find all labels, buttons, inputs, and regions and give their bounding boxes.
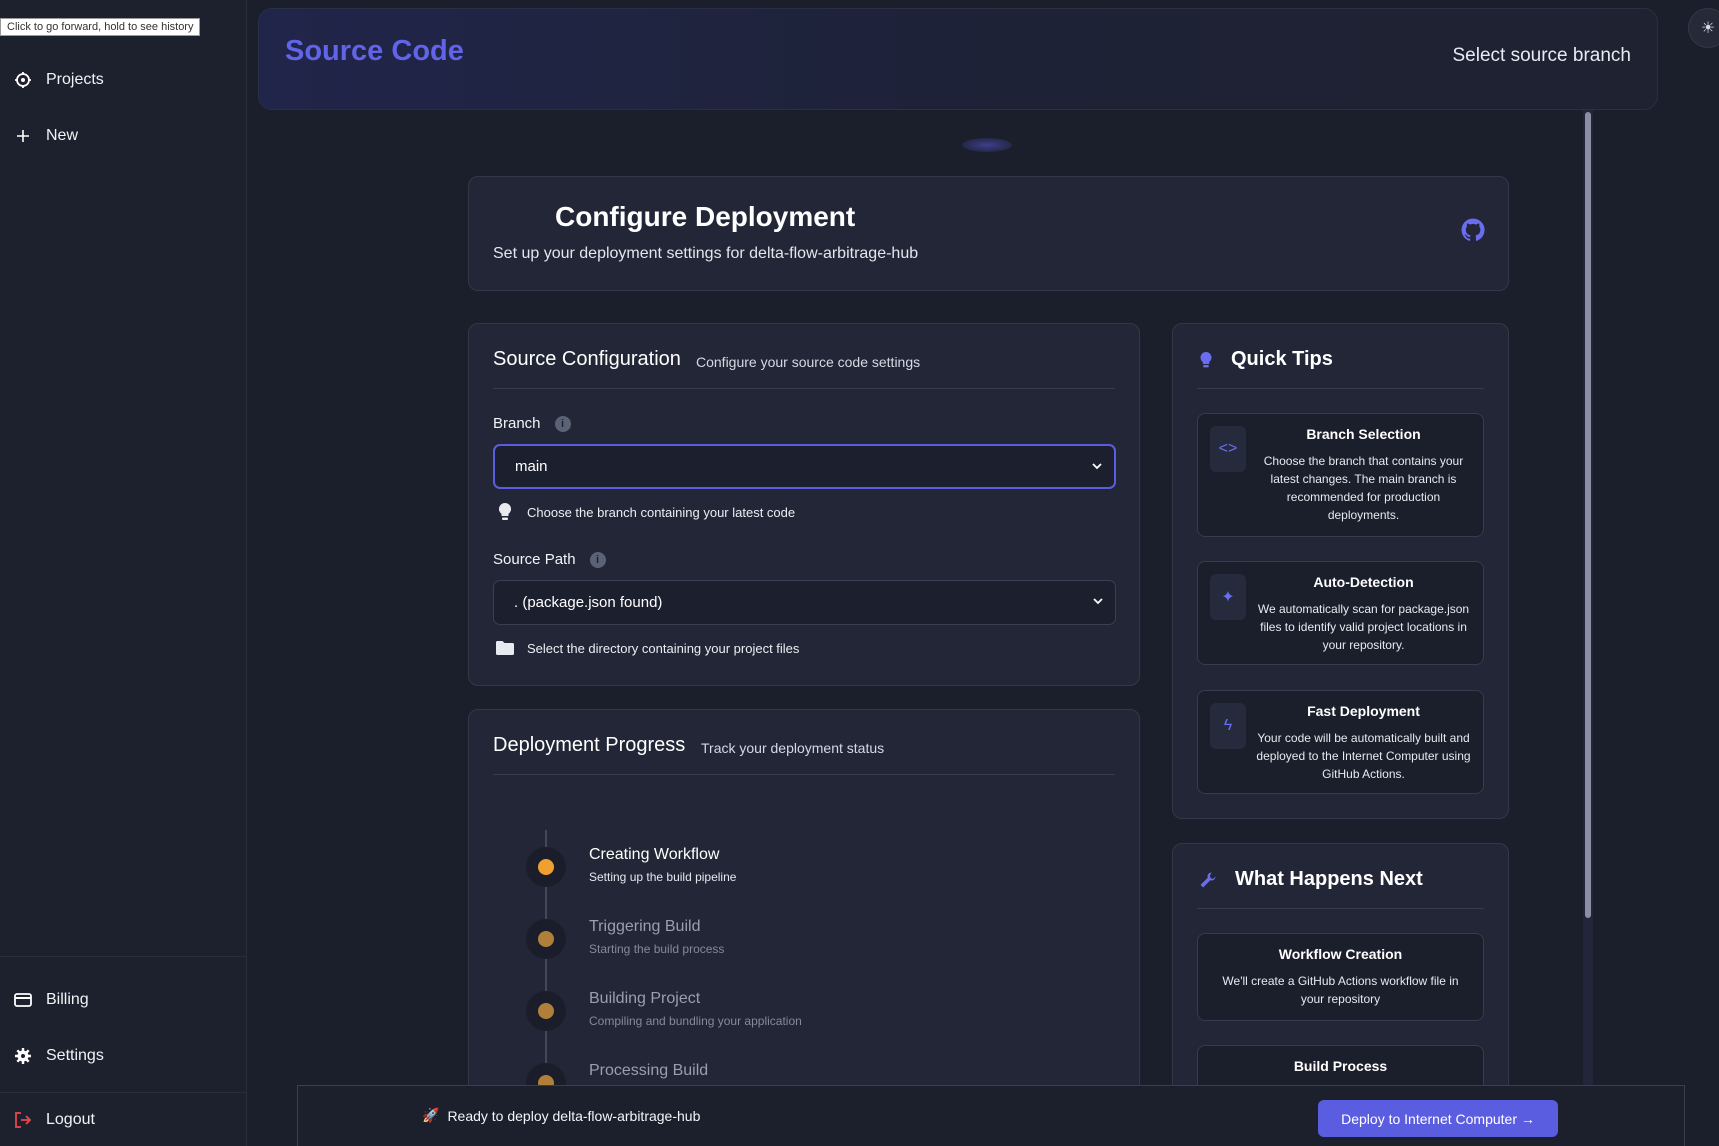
section-title: Source Configuration (493, 348, 681, 370)
sidebar-item-label: Billing (46, 991, 89, 1008)
sparkles-icon: ✦ (1210, 574, 1246, 620)
source-path-label: Source Path i (493, 551, 606, 568)
source-path-hint: Select the directory containing your pro… (495, 638, 799, 658)
what-happens-next-title: What Happens Next (1235, 868, 1423, 890)
tip-text: Choose the branch that contains your lat… (1263, 454, 1464, 522)
branch-label-text: Branch (493, 415, 541, 432)
sidebar-item-billing[interactable]: Billing (14, 991, 89, 1009)
info-icon[interactable]: i (589, 551, 606, 568)
footer-message: 🚀 Ready to deploy delta-flow-arbitrage-h… (422, 1107, 700, 1124)
sidebar-item-label: Projects (46, 71, 104, 88)
page-title: Source Code (285, 35, 464, 67)
sidebar-divider (0, 1092, 247, 1093)
sidebar-item-label: New (46, 127, 79, 144)
quick-tips-header: Quick Tips (1199, 348, 1333, 371)
sidebar-item-label: Settings (46, 1047, 104, 1064)
theme-toggle-button[interactable]: ☀ (1688, 8, 1719, 48)
step-indicator (526, 991, 566, 1031)
bolt-icon: ϟ (1210, 703, 1246, 749)
step-dot (538, 1003, 554, 1019)
branch-select[interactable]: main (493, 444, 1116, 489)
tip-title: Fast Deployment (1307, 703, 1420, 719)
tip-branch-selection: <> Branch Selection Choose the branch th… (1197, 413, 1484, 537)
sidebar-divider (0, 956, 247, 957)
deploy-footer-bar: 🚀 Ready to deploy delta-flow-arbitrage-h… (297, 1085, 1685, 1146)
plus-icon (14, 127, 32, 145)
source-path-label-text: Source Path (493, 551, 576, 568)
configure-subtitle: Set up your deployment settings for delt… (493, 245, 919, 262)
source-path-select-value: . (package.json found) (514, 594, 663, 611)
lightbulb-icon (495, 502, 515, 522)
footer-message-text: Ready to deploy delta-flow-arbitrage-hub (447, 1107, 701, 1124)
header-glow (962, 138, 1012, 152)
header-status-text: Select source branch (1452, 45, 1632, 66)
rocket-icon: 🚀 (422, 1107, 440, 1123)
card-icon (14, 991, 32, 1009)
tip-text: Your code will be automatically built an… (1256, 731, 1471, 781)
quick-tips-title: Quick Tips (1231, 348, 1333, 370)
step-title: Triggering Build (589, 918, 701, 935)
sidebar-item-logout[interactable]: Logout (14, 1111, 95, 1129)
sidebar-item-settings[interactable]: Settings (14, 1047, 104, 1065)
lightbulb-icon (1200, 351, 1212, 367)
tip-title: Branch Selection (1306, 426, 1421, 442)
deployment-progress-card: Deployment Progress Track your deploymen… (468, 709, 1140, 1146)
tip-title: Auto-Detection (1313, 574, 1414, 590)
branch-label: Branch i (493, 415, 571, 432)
branch-select-value: main (515, 458, 548, 475)
step-dot (538, 859, 554, 875)
tip-title: Build Process (1293, 1058, 1388, 1074)
sun-icon: ☀ (1700, 20, 1716, 37)
section-title: Deployment Progress (493, 734, 686, 756)
section-subtitle: Track your deployment status (701, 740, 885, 756)
chevron-down-icon (1093, 598, 1103, 605)
sidebar: Click to go forward, hold to see history… (0, 0, 247, 1146)
configure-title: Configure Deployment (555, 201, 856, 232)
chevron-down-icon (1092, 463, 1102, 470)
sidebar-item-projects[interactable]: Projects (14, 71, 104, 89)
step-title: Creating Workflow (589, 846, 720, 863)
step-description: Starting the build process (589, 942, 725, 956)
page-header: Source Code Select source branch (258, 8, 1658, 110)
projects-icon (14, 71, 32, 89)
tip-text: We automatically scan for package.json f… (1257, 602, 1470, 652)
step-description: Setting up the build pipeline (589, 870, 737, 884)
browser-tooltip: Click to go forward, hold to see history (0, 18, 201, 36)
info-icon[interactable]: i (554, 415, 571, 432)
next-workflow-creation: Workflow Creation We'll create a GitHub … (1197, 933, 1484, 1021)
sidebar-item-label: Logout (46, 1111, 95, 1128)
divider (493, 774, 1115, 775)
source-path-select[interactable]: . (package.json found) (493, 580, 1116, 625)
gear-icon (14, 1047, 32, 1065)
code-icon: <> (1210, 426, 1246, 472)
section-subtitle: Configure your source code settings (696, 354, 921, 370)
source-path-hint-text: Select the directory containing your pro… (527, 640, 800, 656)
branch-hint-text: Choose the branch containing your latest… (527, 504, 796, 520)
scrollbar-thumb[interactable] (1585, 112, 1591, 918)
folder-icon (495, 638, 515, 658)
tip-fast-deployment: ϟ Fast Deployment Your code will be auto… (1197, 690, 1484, 794)
divider (493, 388, 1115, 389)
sidebar-item-new[interactable]: New (14, 127, 78, 145)
github-icon[interactable] (1460, 217, 1486, 243)
step-indicator-active (526, 847, 566, 887)
step-title: Building Project (589, 990, 701, 1007)
source-configuration-card: Source Configuration Configure your sour… (468, 323, 1140, 686)
logout-icon (14, 1111, 32, 1129)
divider (1197, 908, 1484, 909)
branch-hint: Choose the branch containing your latest… (495, 502, 795, 522)
step-description: Compiling and bundling your application (589, 1014, 802, 1028)
configure-deployment-card: Configure Deployment Set up your deploym… (468, 176, 1509, 291)
tip-text: We'll create a GitHub Actions workflow f… (1222, 974, 1459, 1006)
quick-tips-card: Quick Tips <> Branch Selection Choose th… (1172, 323, 1509, 819)
divider (1197, 388, 1484, 389)
tip-title: Workflow Creation (1278, 946, 1403, 962)
deploy-button[interactable]: Deploy to Internet Computer → (1318, 1100, 1558, 1137)
tip-auto-detection: ✦ Auto-Detection We automatically scan f… (1197, 561, 1484, 665)
what-happens-next-header: What Happens Next (1199, 868, 1423, 891)
step-title: Processing Build (589, 1062, 709, 1079)
step-dot (538, 931, 554, 947)
step-indicator (526, 919, 566, 959)
wrench-icon (1200, 872, 1216, 887)
